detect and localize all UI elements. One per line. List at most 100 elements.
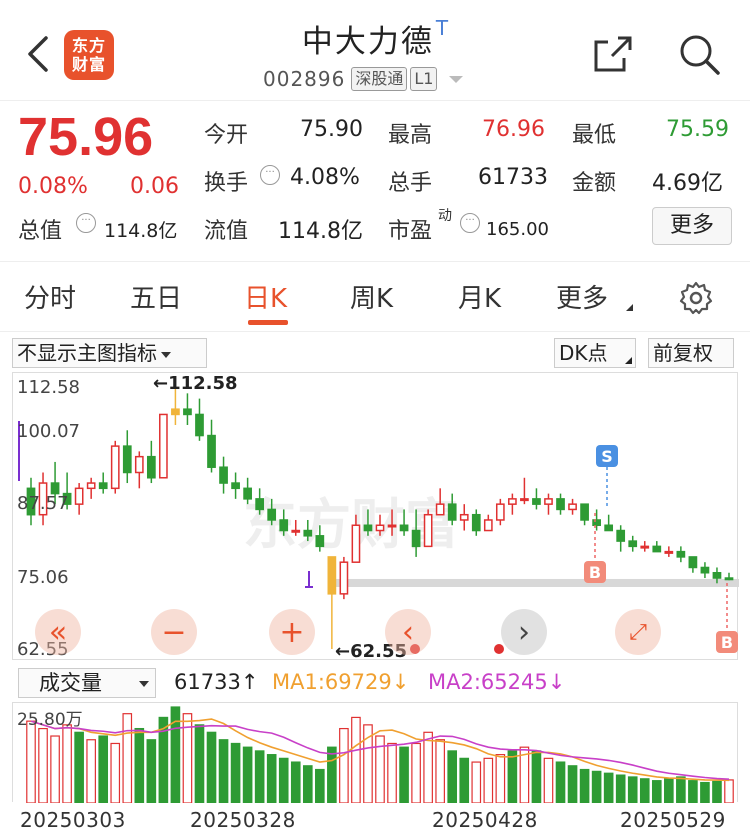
vol-ma1: MA1:69729↓ (272, 670, 410, 694)
volume-bar (278, 757, 289, 803)
volume-bar (290, 761, 301, 803)
tab-weekly-k[interactable]: 周K (350, 278, 393, 315)
gear-icon[interactable] (678, 280, 714, 316)
volume-bar (471, 761, 482, 803)
high-value: 76.96 (482, 117, 545, 142)
candle-body (146, 455, 156, 479)
candle-body (159, 413, 168, 479)
indicator-select[interactable]: 不显示主图指标 (12, 338, 207, 368)
chevron-down-icon[interactable] (449, 75, 464, 83)
volume-bar (194, 724, 205, 803)
next-button[interactable]: › (501, 609, 547, 655)
volume-bar (579, 768, 590, 803)
candle-body (183, 408, 192, 416)
candle-body (231, 482, 240, 490)
vol-ma2: MA2:65245↓ (428, 670, 566, 694)
candle-body (134, 455, 144, 474)
candle-body (604, 524, 614, 532)
change-percent: 0.08% (18, 174, 88, 199)
volume-bar (555, 761, 566, 803)
amount-label: 金额 (572, 171, 617, 196)
volume-bar (62, 724, 72, 803)
more-tri-icon (626, 304, 633, 311)
chevron-down-icon (161, 351, 171, 358)
volume-bar (411, 742, 421, 803)
volume-bar (230, 742, 241, 803)
volume-chart[interactable]: 25.80万 (12, 702, 738, 803)
candle-body (375, 524, 385, 532)
volume-bar (122, 713, 133, 803)
tab-more[interactable]: 更多 (556, 278, 608, 315)
volume-bar (495, 754, 506, 803)
share-icon[interactable] (590, 32, 636, 76)
level-tag: L1 (410, 67, 438, 91)
scroll-left-fast-button[interactable]: « (35, 609, 81, 655)
change-amount: 0.06 (130, 174, 179, 199)
stock-code: 002896 (263, 67, 346, 91)
date-label: 20250303 (20, 808, 126, 832)
candle-body (327, 556, 337, 595)
prev-button[interactable]: ‹ (385, 609, 431, 655)
search-icon[interactable] (676, 32, 722, 76)
open-value: 75.90 (300, 117, 363, 142)
float-value: 114.8亿 (278, 219, 363, 244)
tab-daily-k[interactable]: 日K (244, 278, 287, 315)
volume-bar (423, 731, 433, 803)
volume-bar (351, 716, 361, 803)
volume-bar (399, 746, 409, 803)
volume-bar (724, 779, 734, 803)
chevron-down-icon (139, 681, 149, 687)
stock-code-row[interactable]: 002896 深股通 L1 (263, 64, 464, 94)
candle-body (363, 524, 373, 532)
candle-body (532, 498, 541, 505)
volume-bar (387, 742, 397, 803)
back-icon[interactable] (22, 32, 58, 76)
tab-intraday[interactable]: 分时 (24, 278, 76, 315)
candle-body (207, 434, 216, 468)
zoom-in-button[interactable]: + (269, 609, 315, 655)
tab-monthly-k[interactable]: 月K (458, 278, 501, 315)
candle-body (544, 498, 553, 505)
info-icon[interactable]: ··· (260, 165, 280, 185)
volume-value: 61733 (478, 165, 548, 190)
candle-body (74, 487, 84, 505)
volume-bar (38, 727, 48, 803)
fullscreen-icon[interactable]: ⤢ (615, 609, 661, 655)
top-header: 东方 财富 中大力德 T 002896 深股通 L1 (0, 0, 750, 100)
volume-bar (700, 781, 710, 803)
more-button[interactable]: 更多 (652, 207, 732, 245)
volume-bar (651, 780, 662, 803)
turnover-label: 换手 (204, 171, 249, 196)
candle-body (255, 498, 265, 511)
volume-bar (507, 750, 518, 803)
kline-chart[interactable]: 东方财富 SBB 112.58 100.07 87.57 75.06 62.55… (12, 372, 739, 662)
low-label: 最低 (572, 123, 617, 148)
volume-bar (567, 765, 578, 803)
volume-bar (218, 739, 229, 803)
candle-body (291, 529, 301, 533)
candle-body (411, 529, 421, 548)
candle-body (195, 413, 204, 437)
volume-bar (591, 770, 602, 803)
volume-bar (315, 768, 325, 803)
info-icon[interactable]: ··· (460, 213, 480, 233)
candle-body (556, 498, 565, 511)
volume-bar (110, 742, 121, 803)
open-label: 今开 (204, 123, 249, 148)
volume-bar (327, 746, 337, 803)
zoom-out-button[interactable]: − (151, 609, 197, 655)
high-marker: ←112.58 (153, 373, 238, 394)
volume-indicator-select[interactable]: 成交量 (18, 668, 156, 698)
volume-bar (639, 778, 650, 803)
dk-point-button[interactable]: DK点 (554, 338, 636, 368)
volume-bar (664, 778, 674, 803)
candle-body (351, 524, 361, 563)
volume-bar (543, 757, 554, 803)
stock-title: 中大力德 T (230, 16, 520, 61)
pe-superscript: 动 (438, 208, 452, 224)
candle-body (339, 561, 349, 595)
adjust-button[interactable]: 前复权 (648, 338, 734, 368)
mktcap-label: 总值 (18, 219, 63, 244)
tab-five-day[interactable]: 五日 (130, 278, 182, 315)
info-icon[interactable]: ··· (76, 213, 96, 233)
